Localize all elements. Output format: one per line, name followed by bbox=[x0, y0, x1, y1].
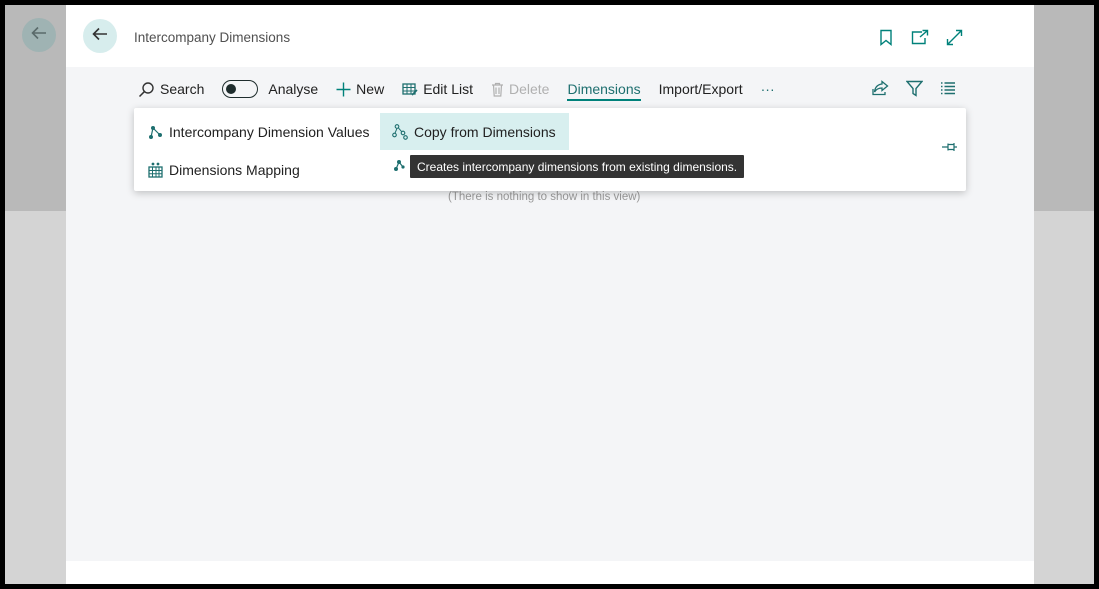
page-header: Intercompany Dimensions bbox=[66, 5, 1034, 67]
bookmark-icon[interactable] bbox=[876, 27, 896, 47]
screen: Intercompany Dimensions Search Analyse N… bbox=[5, 5, 1094, 584]
arrow-left-icon bbox=[91, 25, 109, 48]
dimension-values-icon bbox=[148, 125, 163, 140]
analyse-toggle[interactable]: Analyse bbox=[222, 77, 318, 101]
import-export-menu[interactable]: Import/Export bbox=[659, 77, 743, 101]
import-export-label: Import/Export bbox=[658, 81, 743, 97]
edit-list-button[interactable]: Edit List bbox=[402, 77, 473, 101]
view-actions bbox=[870, 78, 958, 98]
filter-icon[interactable] bbox=[904, 78, 924, 98]
delete-button[interactable]: Delete bbox=[491, 77, 549, 101]
dimensions-label: Dimensions bbox=[567, 81, 641, 97]
page-footer bbox=[66, 561, 1034, 584]
delete-label: Delete bbox=[509, 81, 550, 97]
edit-list-label: Edit List bbox=[423, 81, 473, 97]
search-label: Search bbox=[160, 81, 205, 97]
menu-item-intercompany-dimension-values[interactable]: Intercompany Dimension Values bbox=[134, 113, 374, 151]
arrow-left-icon bbox=[30, 24, 48, 47]
new-button[interactable]: New bbox=[336, 77, 384, 101]
header-actions bbox=[876, 27, 964, 47]
tooltip: Creates intercompany dimensions from exi… bbox=[410, 155, 745, 178]
search-button[interactable]: Search bbox=[138, 77, 204, 101]
page-title: Intercompany Dimensions bbox=[134, 30, 291, 45]
more-options-label: ··· bbox=[760, 81, 775, 97]
pin-icon[interactable] bbox=[941, 140, 958, 158]
more-options-button[interactable]: ··· bbox=[761, 77, 775, 101]
dimensions-mapping-icon bbox=[148, 162, 163, 178]
list-view-icon[interactable] bbox=[938, 78, 958, 98]
action-bar: Search Analyse New Edit List Delete Dime… bbox=[138, 77, 793, 101]
toggle-switch[interactable] bbox=[222, 80, 259, 98]
outer-back-button[interactable] bbox=[22, 18, 56, 52]
open-in-new-window-icon[interactable] bbox=[910, 27, 930, 47]
menu-item-copy-from-dimensions[interactable]: Copy from Dimensions bbox=[380, 113, 569, 150]
analyse-label: Analyse bbox=[268, 81, 319, 97]
search-icon bbox=[138, 81, 155, 98]
back-button[interactable] bbox=[83, 19, 117, 53]
dimensions-flyout: Intercompany Dimension Values Copy from … bbox=[134, 108, 966, 191]
empty-list-message: (There is nothing to show in this view) bbox=[448, 191, 641, 203]
dimensions-menu[interactable]: Dimensions bbox=[567, 77, 641, 101]
menu-item-dimensions-mapping[interactable]: Dimensions Mapping bbox=[134, 152, 374, 188]
share-icon[interactable] bbox=[870, 78, 890, 98]
plus-icon bbox=[336, 82, 351, 97]
edit-list-icon bbox=[402, 82, 418, 97]
copy-dimensions-icon bbox=[392, 123, 408, 140]
new-label: New bbox=[356, 81, 385, 97]
content-area: Search Analyse New Edit List Delete Dime… bbox=[66, 67, 1034, 561]
expand-icon[interactable] bbox=[944, 27, 964, 47]
partial-menu-icon bbox=[393, 158, 405, 178]
page: Intercompany Dimensions Search Analyse N… bbox=[66, 5, 1034, 584]
menu-item-label: Dimensions Mapping bbox=[169, 162, 300, 178]
menu-item-label: Intercompany Dimension Values bbox=[169, 124, 370, 140]
menu-item-label: Copy from Dimensions bbox=[414, 123, 556, 140]
trash-icon bbox=[491, 82, 504, 97]
